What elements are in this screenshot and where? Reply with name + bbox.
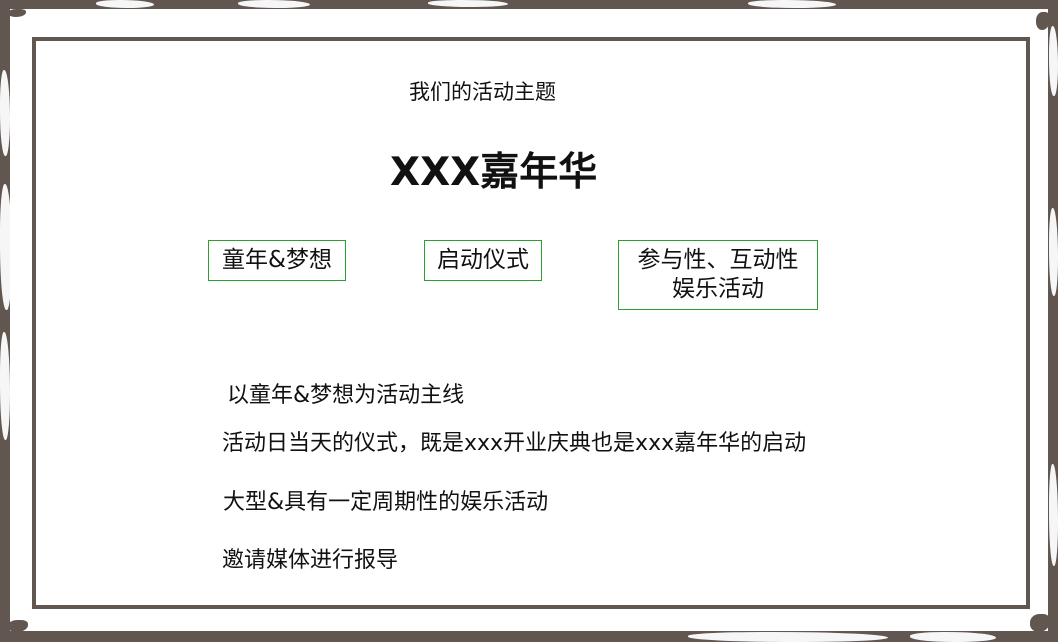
frame-texture-chip-top-center	[428, 0, 508, 7]
page-title: XXX嘉年华	[390, 150, 598, 195]
section-subtitle: 我们的活动主题	[409, 80, 556, 104]
detail-entertainment-line: 大型&具有一定周期性的娱乐活动	[223, 490, 549, 515]
detail-ceremony-line: 活动日当天的仪式，既是xxx开业庆典也是xxx嘉年华的启动	[222, 431, 807, 456]
frame-texture-chip-bottom-far-right	[910, 632, 996, 642]
theme-box-childhood-dream: 童年&梦想	[208, 240, 346, 281]
detail-media-line: 邀请媒体进行报导	[222, 548, 399, 573]
theme-box-launch-ceremony: 启动仪式	[424, 240, 542, 281]
frame-texture-chip-top-center-left	[238, 0, 310, 8]
detail-childhood-dream-line: 以童年&梦想为活动主线	[227, 383, 465, 408]
theme-box-interactive-entertainment: 参与性、互动性 娱乐活动	[618, 240, 818, 310]
frame-texture-chip-top-left	[96, 0, 154, 8]
content-border-panel	[32, 37, 1030, 609]
frame-texture-chip-top-right	[748, 0, 836, 8]
